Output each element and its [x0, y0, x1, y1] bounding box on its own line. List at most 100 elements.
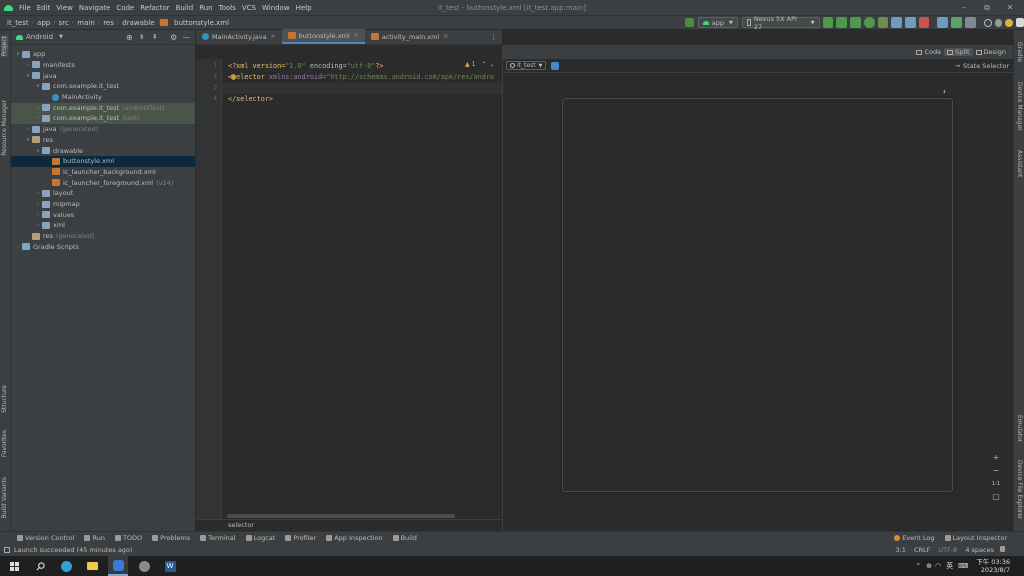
close-icon[interactable]: ✕	[443, 33, 448, 40]
menu-edit[interactable]: Edit	[34, 4, 54, 12]
notifications-icon[interactable]	[1005, 18, 1014, 27]
device-manager-icon[interactable]	[951, 17, 962, 28]
tree-item[interactable]: › values	[11, 210, 195, 221]
tree-item[interactable]: › com.example.it_test (test)	[11, 113, 195, 124]
resource-manager-tool-tab[interactable]: Resource Manager	[1, 100, 8, 156]
tree-item[interactable]: ic_launcher_foreground.xml (v24)	[11, 177, 195, 188]
close-icon[interactable]: ✕	[354, 32, 359, 39]
gear-icon[interactable]: ⚙	[170, 33, 177, 42]
tree-item[interactable]: res (generated)	[11, 231, 195, 242]
indent-setting[interactable]: 4 spaces	[965, 546, 994, 554]
tree-item[interactable]: › com.example.it_test (androidTest)	[11, 102, 195, 114]
locate-icon[interactable]: ⊕	[126, 33, 133, 42]
chevron-right-icon[interactable]: ›	[34, 212, 42, 218]
run-config-select[interactable]: app ▼	[697, 17, 738, 28]
tree-item[interactable]: › Gradle Scripts	[11, 242, 195, 253]
tool-window-profiler[interactable]: Profiler	[285, 534, 316, 542]
device-file-explorer-tool-tab[interactable]: Device File Explorer	[1016, 460, 1023, 519]
breadcrumb-item[interactable]: buttonstyle.xml	[171, 19, 232, 27]
breadcrumb-item[interactable]: src	[56, 19, 72, 27]
theme-select[interactable]: it_test ▼	[506, 61, 547, 70]
chevron-down-icon[interactable]: ⌄	[489, 61, 494, 68]
collapse-all-icon[interactable]: ⇟	[139, 33, 145, 41]
chevron-up-icon[interactable]: ⌃	[915, 562, 921, 570]
chevron-down-icon[interactable]: ∨	[24, 137, 32, 143]
tool-window-run[interactable]: Run	[84, 534, 105, 542]
tool-window-version-control[interactable]: Version Control	[17, 534, 74, 542]
chevron-down-icon[interactable]: ∨	[34, 148, 42, 154]
status-message[interactable]: Launch succeeded (45 minutes ago)	[14, 546, 132, 554]
zoom-actual-button[interactable]: 1:1	[990, 478, 1002, 490]
editor-tab[interactable]: buttonstyle.xml ✕	[281, 29, 365, 44]
emulator-tool-tab[interactable]: Emulator	[1016, 415, 1023, 442]
zoom-in-button[interactable]: +	[990, 452, 1002, 464]
attach-debugger-icon[interactable]	[904, 17, 916, 28]
bulb-icon[interactable]	[231, 74, 236, 80]
menu-navigate[interactable]: Navigate	[76, 4, 113, 12]
word-icon[interactable]: W	[160, 556, 180, 576]
chevron-right-icon[interactable]: ›	[34, 190, 42, 196]
tool-window-problems[interactable]: Problems	[152, 534, 190, 542]
wifi-icon[interactable]: ◠	[935, 562, 941, 570]
search-icon[interactable]	[30, 556, 50, 576]
tree-item[interactable]: MainActivity	[11, 92, 195, 103]
menu-help[interactable]: Help	[293, 4, 315, 12]
profile-icon[interactable]	[891, 17, 902, 28]
design-view-button[interactable]: Design	[973, 48, 1009, 56]
menu-build[interactable]: Build	[173, 4, 197, 12]
layout-icon[interactable]	[1016, 18, 1024, 27]
tree-item[interactable]: ∨ java	[11, 70, 195, 81]
close-icon[interactable]: ✕	[271, 33, 276, 40]
chevron-right-icon[interactable]: ›	[24, 62, 32, 68]
pin-icon[interactable]: ⍖	[942, 87, 947, 97]
settings-icon[interactable]	[994, 18, 1003, 27]
chevron-down-icon[interactable]: ∨	[34, 83, 42, 89]
layout-inspector-button[interactable]: Layout Inspector	[944, 534, 1007, 542]
tree-item[interactable]: › layout	[11, 188, 195, 199]
zoom-out-button[interactable]: −	[990, 465, 1002, 477]
keyboard-icon[interactable]: ⌨	[958, 562, 968, 570]
file-encoding[interactable]: UTF-8	[938, 546, 957, 554]
caret-position[interactable]: 3:1	[895, 546, 905, 554]
preview-canvas[interactable]	[562, 98, 953, 492]
tree-item[interactable]: ∨ drawable	[11, 145, 195, 156]
inspection-widget[interactable]: ▲ 1 ⌃ ⌄	[465, 61, 495, 68]
breadcrumb-item[interactable]: it_test	[4, 19, 32, 27]
tree-item[interactable]: › manifests	[11, 60, 195, 71]
breadcrumb-item[interactable]: res	[100, 19, 117, 27]
menu-window[interactable]: Window	[259, 4, 293, 12]
breadcrumb-item[interactable]: app	[34, 19, 53, 27]
zoom-fit-button[interactable]: ▢	[990, 491, 1002, 503]
tree-item[interactable]: ∨ res	[11, 135, 195, 146]
structure-tool-tab[interactable]: Structure	[1, 385, 8, 413]
globe-icon[interactable]: ⊕	[926, 562, 932, 570]
favorites-tool-tab[interactable]: Favorites	[1, 430, 8, 457]
split-view-button[interactable]: Split	[944, 48, 973, 56]
menu-vcs[interactable]: VCS	[239, 4, 259, 12]
refresh-preview-icon[interactable]	[551, 61, 560, 70]
menu-file[interactable]: File	[16, 4, 34, 12]
chevron-right-icon[interactable]: ›	[34, 105, 42, 111]
close-button[interactable]: ✕	[998, 0, 1022, 15]
windows-start-icon[interactable]	[4, 556, 24, 576]
chevron-down-icon[interactable]: ▼	[59, 34, 63, 40]
chevron-right-icon[interactable]: ›	[24, 126, 32, 132]
tree-item[interactable]: › java (generated)	[11, 124, 195, 135]
menu-run[interactable]: Run	[196, 4, 215, 12]
search-icon[interactable]	[983, 18, 992, 27]
sync-gradle-icon[interactable]	[937, 17, 949, 28]
run-icon[interactable]	[822, 17, 834, 28]
gradle-tool-tab[interactable]: Gradle	[1016, 42, 1023, 62]
tool-window-app-inspection[interactable]: App Inspection	[326, 534, 383, 542]
menu-view[interactable]: View	[53, 4, 76, 12]
horizontal-scrollbar[interactable]	[227, 514, 455, 518]
chevron-down-icon[interactable]: ∨	[14, 51, 22, 57]
project-view-select[interactable]: Android	[26, 33, 53, 41]
apply-code-changes-icon[interactable]	[850, 17, 861, 28]
event-log-button[interactable]: Event Log	[894, 534, 935, 542]
menu-refactor[interactable]: Refactor	[137, 4, 172, 12]
code-editor[interactable]: <?xml version="1.0" encoding="utf-8"?> <…	[222, 59, 502, 519]
tree-item[interactable]: ∨ com.example.it_test	[11, 81, 195, 92]
chevron-right-icon[interactable]: ›	[34, 201, 42, 207]
apply-changes-icon[interactable]	[836, 17, 848, 28]
